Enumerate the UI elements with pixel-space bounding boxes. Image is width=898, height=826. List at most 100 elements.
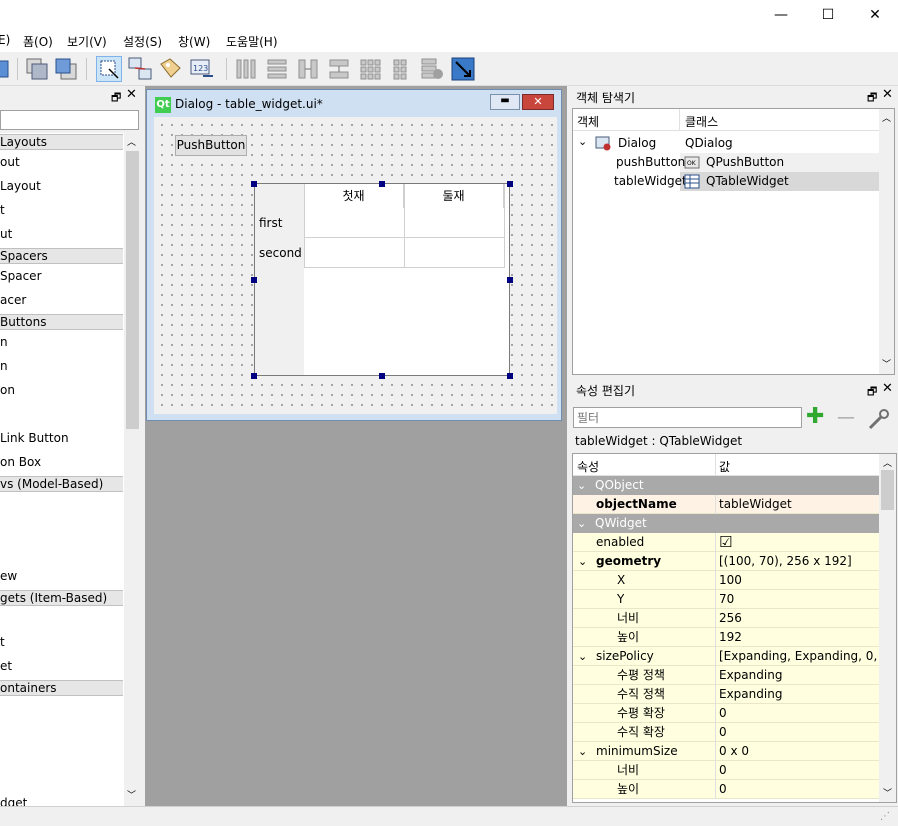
enabled-checkbox[interactable]: ☑ — [719, 533, 879, 552]
form-minimize-button[interactable]: ▬ — [490, 94, 520, 110]
property-row[interactable]: ⌄ minimumSize 0 x 0 — [573, 742, 879, 761]
property-scrollbar[interactable]: ︿ ﹀ — [879, 454, 896, 802]
edit-signals-icon[interactable] — [127, 56, 153, 82]
widget-item[interactable]: ew — [0, 569, 17, 583]
property-value[interactable]: 100 — [719, 571, 879, 590]
menu-view[interactable]: 보기(V) — [67, 33, 107, 50]
property-value[interactable]: [(100, 70), 256 x 192] — [719, 552, 879, 571]
property-row[interactable]: 높이 192 — [573, 628, 879, 647]
chevron-down-icon[interactable]: ⌄ — [578, 135, 587, 148]
selection-handle[interactable] — [251, 373, 257, 379]
layout-horizontal-icon[interactable] — [233, 56, 259, 82]
chevron-down-icon[interactable]: ⌄ — [577, 514, 586, 533]
widget-item[interactable]: on — [0, 383, 15, 397]
send-back-icon[interactable] — [53, 56, 79, 82]
property-header-name[interactable]: 속성 — [577, 458, 599, 475]
property-row[interactable]: 높이 0 — [573, 780, 879, 799]
category-layouts[interactable]: Layouts — [0, 134, 123, 150]
selection-handle[interactable] — [251, 277, 257, 283]
table-column-header[interactable]: 둘재 — [404, 184, 504, 208]
category-spacers[interactable]: Spacers — [0, 248, 123, 264]
table-column-header[interactable]: 첫재 — [304, 184, 404, 208]
selection-handle[interactable] — [379, 373, 385, 379]
table-row-header[interactable]: first — [259, 214, 282, 232]
chevron-down-icon[interactable]: ⌄ — [578, 552, 587, 571]
property-value[interactable]: tableWidget — [719, 495, 879, 514]
property-row[interactable]: 너비 0 — [573, 761, 879, 780]
scrollbar-thumb[interactable] — [126, 151, 139, 429]
size-grip-icon[interactable]: ⋰ — [880, 811, 890, 822]
property-value[interactable]: 256 — [719, 609, 879, 628]
property-value[interactable]: 70 — [719, 590, 879, 609]
close-icon[interactable]: ✕ — [882, 87, 893, 102]
form-table-widget[interactable]: 첫재 둘재 first second — [254, 183, 510, 376]
widget-item[interactable]: dget — [0, 796, 27, 806]
layout-grid-icon[interactable] — [357, 56, 383, 82]
maximize-button[interactable]: ☐ — [805, 0, 851, 30]
object-inspector-scrollbar[interactable]: ︿ ﹀ — [879, 109, 894, 374]
property-group-row[interactable]: ⌄ QObject — [573, 476, 879, 495]
menu-settings[interactable]: 설정(S) — [123, 33, 162, 50]
chevron-down-icon[interactable]: ⌄ — [577, 476, 586, 495]
property-value[interactable]: [Expanding, Expanding, 0, 0] — [719, 647, 879, 666]
selection-handle[interactable] — [507, 181, 513, 187]
widget-item[interactable]: n — [0, 359, 8, 373]
close-button[interactable]: ✕ — [852, 0, 898, 30]
property-value[interactable]: 0 — [719, 704, 879, 723]
edit-icon[interactable] — [0, 56, 12, 82]
close-icon[interactable]: ✕ — [126, 87, 137, 102]
property-row[interactable]: X 100 — [573, 571, 879, 590]
tree-header-class[interactable]: 클래스 — [685, 113, 718, 130]
close-icon[interactable]: ✕ — [882, 381, 893, 396]
remove-property-icon[interactable]: — — [837, 409, 859, 428]
property-row[interactable]: enabled ☑ — [573, 533, 879, 552]
minimize-button[interactable]: — — [758, 0, 804, 30]
widget-item[interactable]: t — [0, 203, 5, 217]
property-group-row[interactable]: ⌄ QWidget — [573, 514, 879, 533]
scroll-down-icon[interactable]: ﹀ — [883, 786, 892, 799]
property-row[interactable]: Y 70 — [573, 590, 879, 609]
property-value[interactable]: 0 — [719, 761, 879, 780]
widget-item[interactable]: Link Button — [0, 431, 69, 445]
edit-buddies-icon[interactable] — [158, 56, 184, 82]
scroll-up-icon[interactable]: ︿ — [882, 111, 891, 124]
widget-item[interactable]: Layout — [0, 179, 41, 193]
table-row-header[interactable]: second — [259, 244, 302, 262]
property-value[interactable]: 0 — [719, 723, 879, 742]
property-row[interactable]: 수평 정책 Expanding — [573, 666, 879, 685]
form-pushbutton[interactable]: PushButton — [175, 135, 247, 156]
category-containers[interactable]: ontainers — [0, 680, 123, 696]
widget-item[interactable]: et — [0, 659, 12, 673]
widget-item[interactable]: out — [0, 155, 20, 169]
category-item-views[interactable]: vs (Model-Based) — [0, 476, 123, 492]
menu-edit[interactable]: E) — [0, 33, 10, 47]
property-value[interactable]: 0 — [719, 780, 879, 799]
widget-item[interactable]: t — [0, 635, 5, 649]
chevron-down-icon[interactable]: ⌄ — [578, 742, 587, 761]
menu-help[interactable]: 도움말(H) — [226, 33, 278, 50]
wrench-icon[interactable] — [866, 406, 892, 432]
widgetbox-scrollbar[interactable]: ︿ ﹀ — [124, 133, 141, 806]
scroll-down-icon[interactable]: ﹀ — [882, 357, 891, 370]
property-value[interactable]: Expanding — [719, 666, 879, 685]
widgetbox-filter-input[interactable] — [0, 110, 139, 130]
tree-row[interactable]: ⌄ Dialog QDialog — [573, 134, 879, 153]
edit-taborder-icon[interactable]: 123 — [189, 56, 215, 82]
selection-handle[interactable] — [379, 181, 385, 187]
property-value[interactable]: 192 — [719, 628, 879, 647]
scroll-up-icon[interactable]: ︿ — [883, 456, 892, 469]
selection-handle[interactable] — [507, 277, 513, 283]
scrollbar-thumb[interactable] — [881, 470, 894, 510]
menu-form[interactable]: 폼(O) — [23, 33, 53, 50]
adjust-size-icon[interactable] — [450, 56, 476, 82]
scroll-up-icon[interactable]: ︿ — [127, 135, 136, 148]
layout-splitter-h-icon[interactable] — [295, 56, 321, 82]
property-value[interactable]: 0 x 0 — [719, 742, 879, 761]
widget-item[interactable]: Spacer — [0, 269, 42, 283]
layout-vertical-icon[interactable] — [264, 56, 290, 82]
property-row[interactable]: ⌄ sizePolicy [Expanding, Expanding, 0, 0] — [573, 647, 879, 666]
tree-row[interactable]: pushButton OK QPushButton — [573, 153, 879, 172]
tree-row[interactable]: tableWidget QTableWidget — [573, 172, 879, 191]
property-header-value[interactable]: 값 — [719, 458, 730, 475]
property-row[interactable]: ⌄ geometry [(100, 70), 256 x 192] — [573, 552, 879, 571]
